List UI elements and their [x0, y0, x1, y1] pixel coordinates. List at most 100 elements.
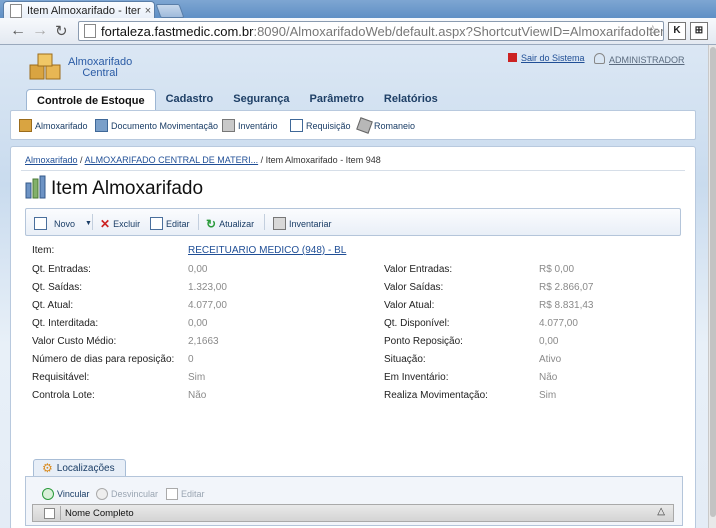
new-document-icon [34, 217, 47, 230]
breadcrumb: Almoxarifado / ALMOXARIFADO CENTRAL DE M… [25, 155, 381, 165]
romaneio-icon [356, 117, 373, 134]
subnav-label: Inventário [238, 120, 278, 131]
subnav-almoxarifado[interactable]: Almoxarifado [19, 119, 88, 132]
field-label: Número de dias para reposição: [32, 354, 175, 365]
divider [264, 214, 265, 230]
novo-button[interactable]: Novo ▼ [34, 217, 92, 230]
field-value: 2,1663 [188, 336, 219, 347]
bar-chart-icon [25, 175, 46, 199]
subnav-inventario[interactable]: Inventário [222, 119, 278, 132]
user-link[interactable]: ADMINISTRADOR [594, 53, 685, 65]
tab-seguranca[interactable]: Segurança [223, 89, 299, 111]
browser-tab-title: Item Almoxarifado - Iter [27, 4, 141, 17]
field-label: Valor Custo Médio: [32, 336, 117, 347]
edit-icon [166, 488, 178, 500]
page-scrollbar[interactable] [708, 45, 716, 528]
item-link[interactable]: RECEITUARIO MEDICO (948) - BL [188, 245, 346, 256]
excluir-button[interactable]: ✕ Excluir [100, 217, 140, 231]
select-all-checkbox[interactable] [44, 507, 55, 519]
document-icon [95, 119, 108, 132]
field-label: Situação: [384, 354, 426, 365]
field-label: Qt. Disponível: [384, 318, 450, 329]
scrollbar-thumb[interactable] [710, 47, 716, 517]
page-favicon-icon [10, 3, 22, 18]
requisition-icon [290, 119, 303, 132]
field-label: Qt. Saídas: [32, 282, 83, 293]
extension-grid-icon[interactable]: ⊞ [690, 22, 708, 40]
field-value: Ativo [539, 354, 562, 365]
sub-nav: Almoxarifado Documento Movimentação Inve… [10, 110, 696, 140]
breadcrumb-sep: / [260, 155, 264, 165]
extension-k-icon[interactable]: K [668, 22, 686, 40]
gear-icon: ⚙ [42, 461, 53, 475]
inventory-icon [222, 119, 235, 132]
field-label: Valor Saídas: [384, 282, 444, 293]
localizacoes-panel: Vincular Desvincular Editar Nome Complet… [25, 476, 683, 526]
subnav-label: Almoxarifado [35, 120, 88, 131]
subnav-romaneio[interactable]: Romaneio [356, 117, 416, 134]
subnav-label: Romaneio [374, 120, 416, 131]
field-value: R$ 0,00 [539, 264, 575, 275]
field-value: 1.323,00 [188, 282, 227, 293]
field-value: 4.077,00 [539, 318, 578, 329]
tab-parametro[interactable]: Parâmetro [300, 89, 374, 111]
logout-icon [508, 53, 517, 62]
chevron-down-icon[interactable]: ▼ [85, 220, 92, 227]
field-value: 0 [188, 354, 194, 365]
vincular-label: Vincular [57, 489, 90, 499]
boxes-icon [19, 119, 32, 132]
logo-line2: Central [82, 67, 118, 79]
novo-label: Novo [54, 218, 76, 229]
tab-relatorios[interactable]: Relatórios [374, 89, 448, 111]
logout-label: Sair do Sistema [521, 53, 585, 63]
item-label: Item: [32, 245, 55, 256]
breadcrumb-level1[interactable]: ALMOXARIFADO CENTRAL DE MATERI... [85, 155, 259, 165]
sort-icon[interactable]: △ [657, 506, 665, 517]
desvincular-button[interactable]: Desvincular [96, 488, 158, 500]
field-value: R$ 8.831,43 [539, 300, 594, 311]
breadcrumb-sep: / [80, 155, 83, 165]
field-value: Não [188, 390, 207, 401]
field-label: Qt. Entradas: [32, 264, 91, 275]
star-icon[interactable]: ☆ [646, 22, 659, 39]
logout-link[interactable]: Sair do Sistema [508, 53, 585, 63]
app-logo-text: Almoxarifado Central [68, 57, 132, 79]
editar-button[interactable]: Editar [150, 217, 190, 230]
field-label: Qt. Atual: [32, 300, 74, 311]
atualizar-button[interactable]: ↻ Atualizar [206, 217, 254, 231]
tab-close-icon[interactable]: × [142, 5, 154, 17]
tab-controle-de-estoque[interactable]: Controle de Estoque [26, 89, 156, 111]
arrow-left-icon[interactable]: ← [10, 22, 26, 40]
field-value: 0,00 [188, 264, 208, 275]
user-label: ADMINISTRADOR [609, 55, 685, 65]
field-label: Requisitável: [32, 372, 90, 383]
editar-localizacao-button[interactable]: Editar [166, 488, 205, 500]
subnav-documento-movimentacao[interactable]: Documento Movimentação [95, 119, 218, 132]
editar-label: Editar [166, 218, 190, 229]
vincular-button[interactable]: Vincular [42, 488, 89, 500]
address-bar[interactable]: fortaleza.fastmedic.com.br :8090/Almoxar… [78, 21, 664, 41]
grid-header: Nome Completo △ [32, 504, 674, 522]
field-label: Valor Atual: [384, 300, 435, 311]
column-nome-completo[interactable]: Nome Completo [65, 508, 134, 519]
divider [21, 170, 685, 171]
url-path: :8090/AlmoxarifadoWeb/default.aspx?Short… [253, 23, 664, 39]
action-toolbar: Novo ▼ ✕ Excluir Editar ↻ Atualizar Inve… [25, 208, 681, 236]
tab-localizacoes[interactable]: ⚙ Localizações [33, 459, 126, 476]
field-value: R$ 2.866,07 [539, 282, 594, 293]
breadcrumb-root[interactable]: Almoxarifado [25, 155, 78, 165]
browser-toolbar: ← → ↻ fortaleza.fastmedic.com.br :8090/A… [0, 18, 716, 45]
page: Almoxarifado Central Sair do Sistema ADM… [0, 45, 708, 528]
browser-tab[interactable]: Item Almoxarifado - Iter × [3, 1, 155, 19]
inventariar-label: Inventariar [289, 218, 332, 229]
subnav-requisicao[interactable]: Requisição [290, 119, 351, 132]
inventariar-button[interactable]: Inventariar [273, 217, 332, 230]
new-tab-button[interactable] [155, 4, 185, 18]
reload-icon[interactable]: ↻ [55, 22, 68, 40]
excluir-label: Excluir [113, 219, 141, 229]
field-value: Sim [188, 372, 206, 383]
arrow-right-icon[interactable]: → [32, 22, 48, 40]
divider [198, 214, 199, 230]
tab-cadastro[interactable]: Cadastro [156, 89, 224, 111]
url-host: fortaleza.fastmedic.com.br [101, 23, 254, 39]
